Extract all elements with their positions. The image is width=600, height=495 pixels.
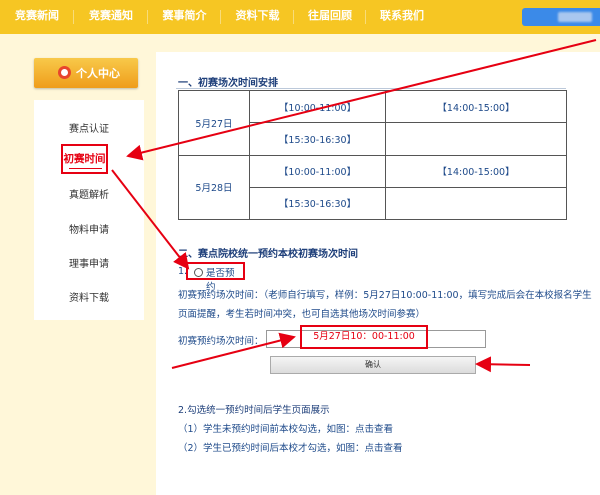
- arrow-to-radio: [111, 169, 190, 270]
- arrow-to-confirm: [475, 356, 531, 373]
- arrow-to-sidebar: [126, 39, 597, 161]
- annotation-arrows: [111, 39, 597, 373]
- arrow-to-input: [171, 332, 296, 369]
